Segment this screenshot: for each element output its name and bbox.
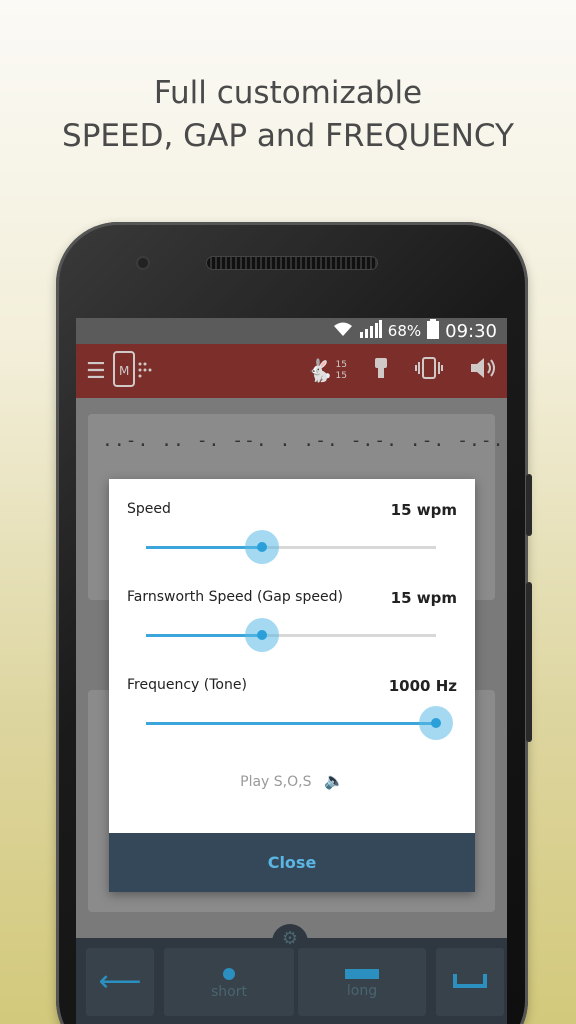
speed-value: 15 wpm [390,501,457,519]
backspace-key[interactable]: ⟵ [86,948,154,1016]
short-key-label: short [211,984,247,1000]
space-key[interactable] [436,948,504,1016]
frequency-label: Frequency (Tone) [127,677,247,693]
volume-button [526,582,532,742]
dash-icon [345,969,379,979]
flashlight-icon[interactable] [373,356,389,386]
morse-keyboard: ⚙ ⟵ short long [76,924,507,1024]
headline-line-1: Full customizable [153,75,423,111]
earpiece-speaker [206,256,378,270]
headline-line-2: SPEED, GAP and FREQUENCY [62,118,514,154]
long-key[interactable]: long [298,948,426,1016]
farnsworth-value: 15 wpm [390,589,457,607]
space-icon [453,974,487,988]
frequency-slider[interactable] [146,706,453,740]
clock: 09:30 [445,320,497,342]
headline: Full customizable SPEED, GAP and FREQUEN… [0,72,576,158]
farnsworth-label: Farnsworth Speed (Gap speed) [127,589,343,605]
speed-indicator-bottom: 15 [335,371,347,381]
status-bar: 68% 09:30 [76,318,507,344]
close-button[interactable]: Close [109,833,475,892]
speaker-icon: 🔈 [323,771,344,790]
front-camera [136,256,150,270]
frequency-slider-thumb[interactable] [419,706,453,740]
frequency-value: 1000 Hz [388,677,457,695]
speed-label: Speed [127,501,171,517]
vibrate-icon[interactable] [415,356,443,386]
play-sos-label: Play S,O,S [240,774,312,790]
volume-icon[interactable] [469,356,497,386]
app-logo-icon: M [112,350,152,392]
morse-output-text: ..-. .. -. --. . .-. -.-. .-. -.-. .-.- [102,430,507,451]
menu-icon[interactable]: ☰ [86,359,106,384]
dot-icon [223,968,235,980]
battery-percent: 68% [387,322,422,340]
wifi-icon [332,321,354,341]
frequency-slider-fill [146,722,436,725]
long-key-label: long [346,983,378,999]
battery-icon [427,319,440,343]
settings-dialog: Speed 15 wpm Farnsworth Speed (Gap speed… [109,479,475,892]
arrow-left-icon: ⟵ [98,964,142,999]
short-key[interactable]: short [164,948,294,1016]
farnsworth-slider-thumb[interactable] [245,618,279,652]
rabbit-speed-icon[interactable]: 🐇 [306,359,333,384]
signal-icon [359,320,382,342]
power-button [526,474,532,536]
svg-text:M: M [119,364,129,378]
speed-indicator: 15 15 [336,360,347,382]
farnsworth-slider[interactable] [146,618,436,652]
speed-slider[interactable] [146,530,436,564]
speed-indicator-top: 15 [335,360,347,370]
speed-slider-thumb[interactable] [245,530,279,564]
app-bar: ☰ M 🐇 15 15 [76,344,507,398]
play-sos-button[interactable]: Play S,O,S 🔈 [109,771,475,790]
close-button-label: Close [267,853,317,872]
